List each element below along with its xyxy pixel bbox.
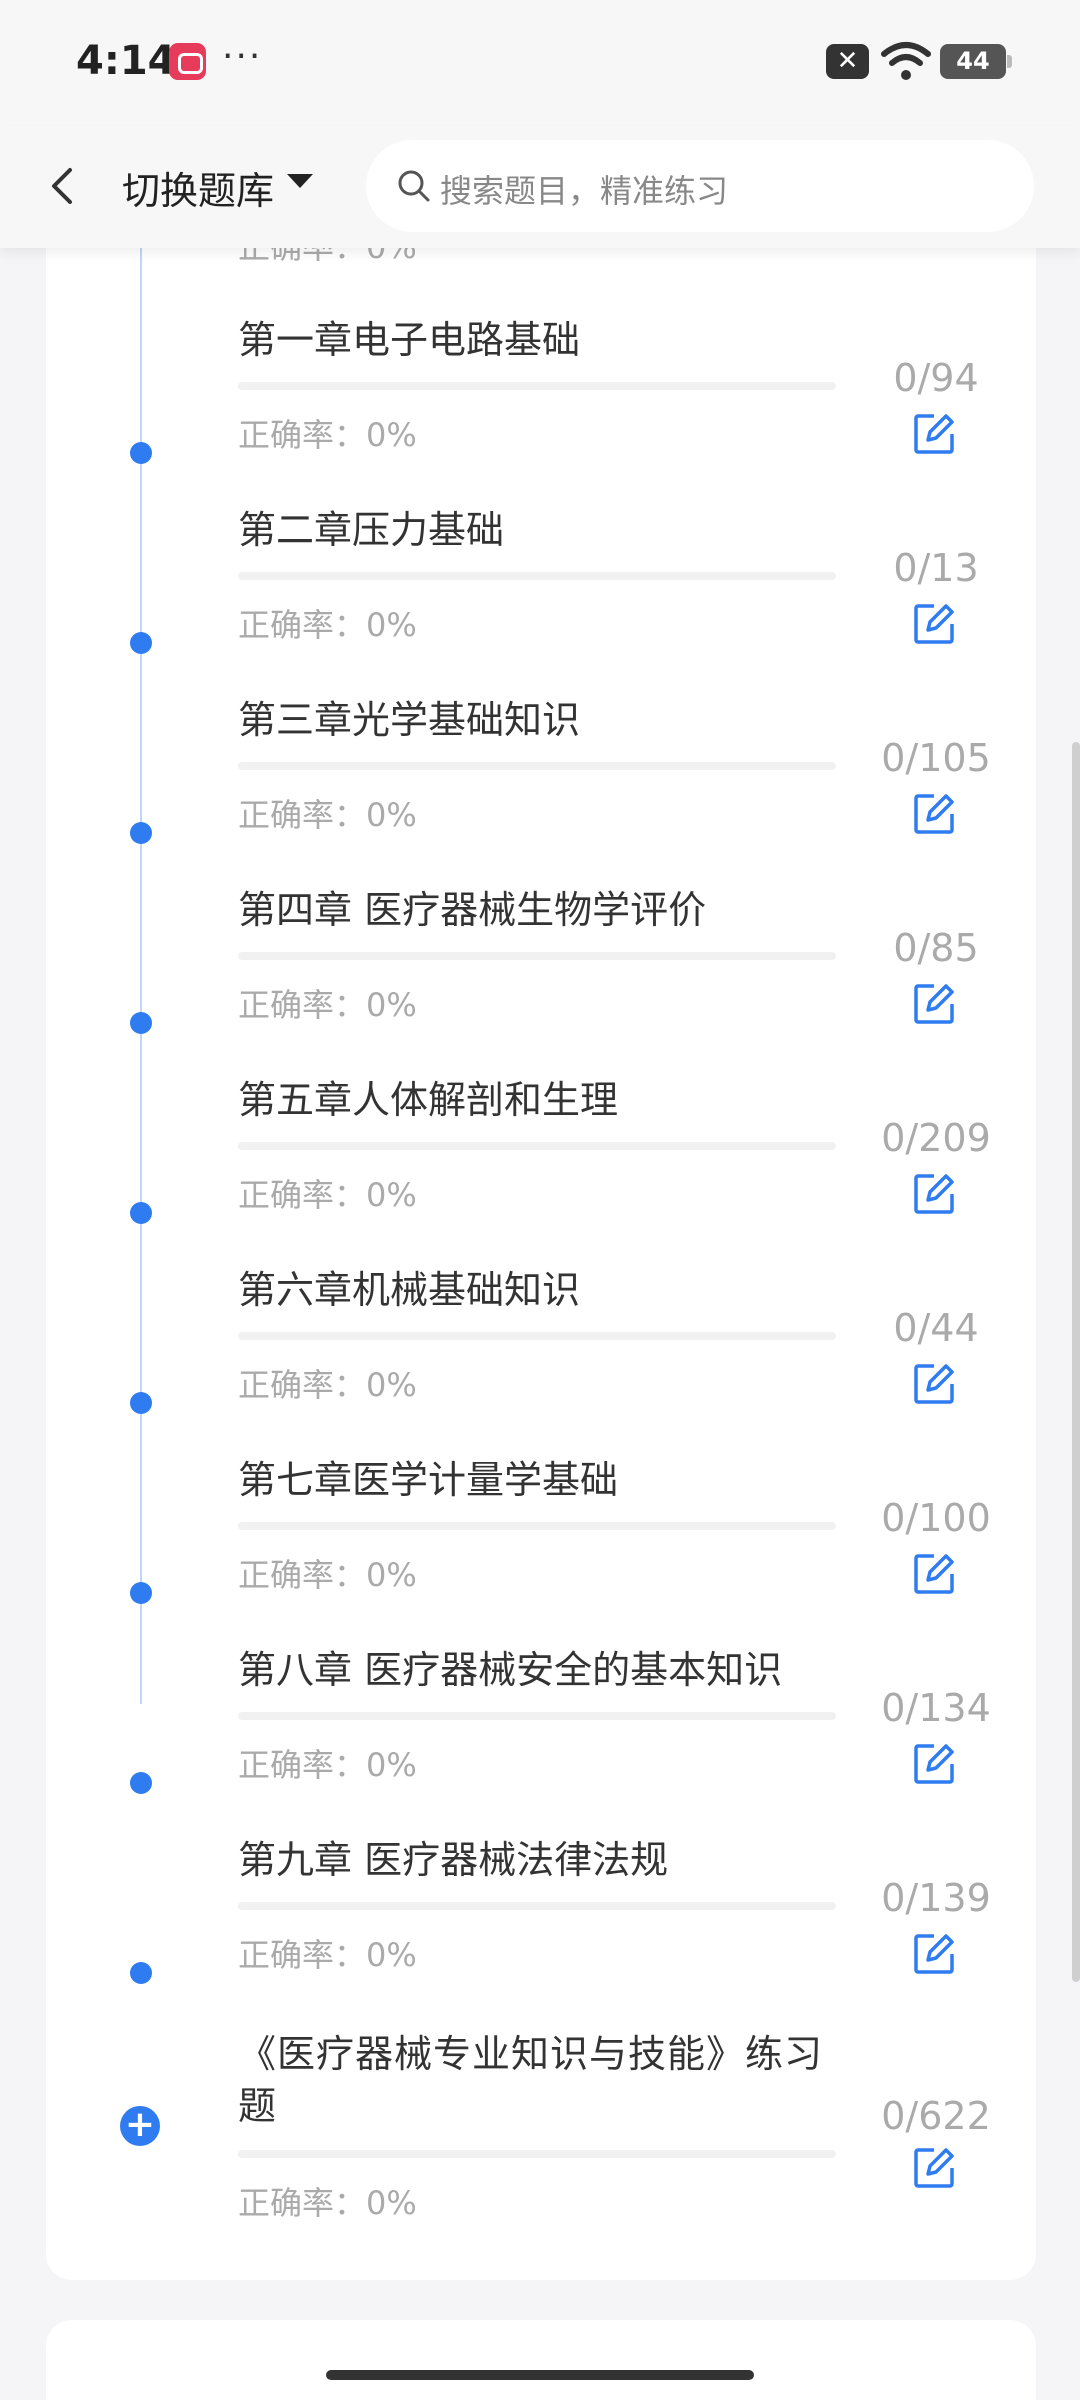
chapter-title: 第五章人体解剖和生理: [238, 1078, 619, 1122]
edit-icon[interactable]: [912, 412, 956, 456]
chapter-accuracy: 正确率：0%: [238, 1176, 417, 1214]
progress-track: [238, 1142, 836, 1150]
signal-off-icon: ✕: [826, 44, 869, 79]
chapter-title: 第八章 医疗器械安全的基本知识: [238, 1648, 783, 1692]
timeline-dot: [130, 442, 152, 464]
timeline-line: [140, 248, 142, 1704]
progress-track: [238, 952, 836, 960]
progress-track: [238, 1902, 836, 1910]
switch-bank-button[interactable]: 切换题库: [122, 160, 274, 215]
edit-icon[interactable]: [912, 1362, 956, 1406]
timeline-dot: [130, 1772, 152, 1794]
more-notifications-icon: ···: [222, 36, 263, 77]
wifi-icon: [881, 42, 931, 80]
edit-icon[interactable]: [912, 2146, 956, 2190]
battery-icon: 44: [940, 44, 1012, 79]
home-indicator[interactable]: [326, 2370, 754, 2380]
timeline-dot: [130, 1202, 152, 1224]
back-icon[interactable]: [40, 156, 84, 216]
status-bar: 4:14 ··· ✕ 44: [0, 0, 1080, 126]
chapter-title: 第九章 医疗器械法律法规: [238, 1838, 669, 1882]
search-input[interactable]: 搜索题目，精准练习: [366, 140, 1034, 232]
timeline-dot: [130, 1582, 152, 1604]
chapter-title: 第六章机械基础知识: [238, 1268, 581, 1312]
edit-icon[interactable]: [912, 1172, 956, 1216]
chapter-accuracy: 正确率：0%: [238, 606, 417, 644]
chapter-accuracy: 正确率：0%: [238, 1556, 417, 1594]
edit-icon[interactable]: [912, 602, 956, 646]
caret-down-icon[interactable]: [287, 174, 313, 188]
next-card: [46, 2320, 1036, 2400]
progress-track: [238, 1712, 836, 1720]
expand-plus-icon[interactable]: +: [120, 2106, 160, 2146]
progress-track: [238, 1522, 836, 1530]
timeline-dot: [130, 822, 152, 844]
edit-icon[interactable]: [912, 792, 956, 836]
chapter-count: 0/134: [881, 1686, 991, 1730]
timeline-dot: [130, 1962, 152, 1984]
top-header: 切换题库 搜索题目，精准练习: [0, 126, 1080, 248]
chapter-title: 第七章医学计量学基础: [238, 1458, 619, 1502]
progress-track: [238, 762, 836, 770]
chapter-accuracy: 正确率：0%: [238, 1746, 417, 1784]
chapter-accuracy: 正确率：0%: [238, 416, 417, 454]
progress-track: [238, 2150, 836, 2158]
chapter-accuracy: 正确率：0%: [238, 986, 417, 1024]
chapter-title: 第二章压力基础: [238, 508, 505, 552]
chapter-title: 第三章光学基础知识: [238, 698, 581, 742]
chapter-accuracy: 正确率：0%: [238, 2184, 417, 2222]
chapter-title: 第一章电子电路基础: [238, 318, 581, 362]
chapter-count: 0/100: [881, 1496, 991, 1540]
chapter-accuracy: 正确率：0%: [238, 796, 417, 834]
chapter-accuracy: 正确率：0%: [238, 1936, 417, 1974]
chapter-count: 0/94: [893, 356, 979, 400]
app-notification-icon: [169, 43, 206, 80]
search-icon: [398, 170, 430, 202]
timeline-dot: [130, 632, 152, 654]
chapter-title: 《医疗器械专业知识与技能》练习题: [238, 2032, 824, 2128]
timeline-dot: [130, 1392, 152, 1414]
chapter-count: 0/139: [881, 1876, 991, 1920]
chapter-count: 0/85: [893, 926, 979, 970]
progress-track: [238, 572, 836, 580]
edit-icon[interactable]: [912, 1932, 956, 1976]
chapter-count: 0/622: [881, 2094, 991, 2138]
progress-track: [238, 1332, 836, 1340]
edit-icon[interactable]: [912, 1742, 956, 1786]
status-time: 4:14: [76, 38, 176, 84]
scrollbar[interactable]: [1072, 742, 1080, 1982]
progress-track: [238, 382, 836, 390]
chapter-accuracy: 正确率：0%: [238, 1366, 417, 1404]
chapter-count: 0/209: [881, 1116, 991, 1160]
peek-accuracy: 正确率：0%: [238, 248, 417, 268]
timeline-dot: [130, 1012, 152, 1034]
search-placeholder: 搜索题目，精准练习: [440, 172, 729, 210]
chapter-title: 第四章 医疗器械生物学评价: [238, 888, 707, 932]
edit-icon[interactable]: [912, 982, 956, 1026]
chapter-count: 0/44: [893, 1306, 979, 1350]
chapter-count: 0/13: [893, 546, 979, 590]
edit-icon[interactable]: [912, 1552, 956, 1596]
chapter-count: 0/105: [881, 736, 991, 780]
chapter-list-area[interactable]: 正确率：0% 第一章电子电路基础 正确率：0% 0/94 第二章压力基础 正确率…: [0, 248, 1080, 2400]
